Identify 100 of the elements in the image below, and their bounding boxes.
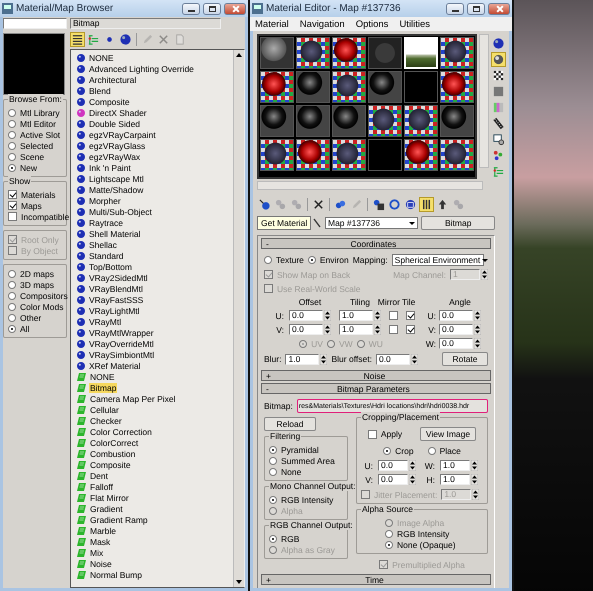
rollout-header[interactable]: + Time bbox=[261, 574, 491, 585]
list-item[interactable]: VRayLightMtl bbox=[88, 306, 141, 316]
radio-button[interactable] bbox=[8, 292, 16, 300]
list-item[interactable]: Marble bbox=[89, 526, 117, 536]
radio-button[interactable] bbox=[269, 468, 277, 476]
spinner-icon[interactable] bbox=[374, 310, 381, 321]
list-item[interactable]: DirectX Shader bbox=[88, 108, 148, 118]
sample-slot[interactable] bbox=[332, 71, 366, 103]
list-item[interactable]: Color Correction bbox=[89, 426, 153, 436]
radio-button[interactable] bbox=[383, 446, 392, 454]
list-item[interactable]: Standard bbox=[88, 250, 124, 260]
list-item[interactable]: Double Sided bbox=[88, 118, 142, 128]
list-item[interactable]: Noise bbox=[89, 558, 113, 568]
radio-button[interactable] bbox=[269, 446, 277, 454]
sample-slot[interactable] bbox=[440, 37, 474, 69]
spinner-icon[interactable] bbox=[472, 489, 480, 500]
number-field[interactable]: 1.0 bbox=[339, 324, 373, 335]
list-item[interactable]: Top/Bottom bbox=[88, 262, 133, 272]
spinner-icon[interactable] bbox=[474, 310, 481, 321]
minimize-button[interactable] bbox=[446, 2, 464, 14]
radio-button[interactable] bbox=[8, 142, 16, 150]
list-item[interactable]: VRayMtlWrapper bbox=[88, 328, 155, 338]
list-item[interactable]: VRayBlendMtl bbox=[88, 284, 144, 294]
number-field[interactable]: 0.0 bbox=[289, 324, 323, 335]
list-item[interactable]: egzVRayCarpaint bbox=[88, 130, 157, 140]
name-dropdown[interactable]: Map #137736 bbox=[325, 217, 418, 229]
scrollbar[interactable] bbox=[479, 34, 489, 168]
minimize-button[interactable] bbox=[182, 2, 200, 14]
checkbox[interactable] bbox=[406, 325, 414, 334]
list-item[interactable]: Bitmap bbox=[89, 382, 118, 392]
list-item[interactable]: Gradient bbox=[89, 504, 124, 514]
list-item[interactable]: ColorCorrect bbox=[89, 438, 140, 448]
film-icon[interactable] bbox=[491, 116, 506, 131]
radio-button[interactable] bbox=[428, 446, 436, 454]
list-item[interactable]: VRayMtl bbox=[88, 316, 122, 326]
radio-button[interactable] bbox=[8, 120, 16, 128]
list-item[interactable]: Composite bbox=[89, 460, 132, 470]
list-item[interactable]: Cellular bbox=[89, 404, 120, 414]
checkbox[interactable] bbox=[8, 190, 17, 199]
checkbox[interactable] bbox=[368, 430, 377, 438]
menu-item[interactable]: Navigation bbox=[300, 18, 345, 30]
list-item[interactable]: Flat Mirror bbox=[89, 492, 130, 502]
spinner-icon[interactable] bbox=[324, 324, 331, 335]
magnifier-icon[interactable] bbox=[491, 132, 506, 147]
radio-button[interactable] bbox=[269, 496, 277, 504]
spinner-icon[interactable] bbox=[409, 460, 416, 471]
reload-button[interactable]: Reload bbox=[264, 417, 316, 431]
list-item[interactable]: Dent bbox=[89, 470, 109, 480]
list-item[interactable]: egzVRayGlass bbox=[88, 140, 146, 150]
number-field[interactable]: 1.0 bbox=[440, 474, 470, 485]
list-item[interactable]: Normal Bump bbox=[89, 570, 143, 580]
checkbox[interactable] bbox=[8, 212, 17, 221]
radio-button[interactable] bbox=[385, 530, 393, 538]
sample-slot[interactable] bbox=[440, 139, 474, 171]
list-item[interactable]: Advanced Lighting Override bbox=[88, 64, 195, 74]
rotate-button[interactable]: Rotate bbox=[442, 352, 488, 366]
radio-button[interactable] bbox=[385, 540, 393, 548]
spinner-icon[interactable] bbox=[320, 354, 328, 364]
sample-slot[interactable] bbox=[440, 71, 474, 103]
menu-item[interactable]: Material bbox=[255, 18, 289, 30]
list-item[interactable]: VRayOverrideMtl bbox=[88, 338, 155, 348]
list-item[interactable]: Gradient Ramp bbox=[89, 514, 149, 524]
sample-slot[interactable] bbox=[332, 37, 366, 69]
list-item[interactable]: Combustion bbox=[89, 448, 136, 458]
sample-slot[interactable] bbox=[296, 139, 330, 171]
scrollbar[interactable] bbox=[257, 181, 483, 190]
sphere-icon[interactable] bbox=[491, 52, 506, 67]
sample-slot[interactable] bbox=[296, 37, 330, 69]
spinner-icon[interactable] bbox=[471, 474, 478, 485]
close-button[interactable] bbox=[488, 2, 510, 14]
list-item[interactable]: Shellac bbox=[88, 240, 118, 250]
checker-icon[interactable] bbox=[491, 68, 506, 83]
radio-button[interactable] bbox=[269, 456, 277, 464]
spinner-icon[interactable] bbox=[374, 324, 381, 335]
checkbox[interactable] bbox=[388, 325, 398, 334]
number-field[interactable]: 0.0 bbox=[439, 324, 473, 335]
rollout-header[interactable]: + Noise bbox=[261, 370, 491, 381]
name-field[interactable] bbox=[3, 18, 67, 29]
spinner-icon[interactable] bbox=[471, 460, 478, 471]
list-icon[interactable] bbox=[70, 32, 85, 46]
list-item[interactable]: Multi/Sub-Object bbox=[88, 206, 153, 216]
spinner-icon[interactable] bbox=[474, 338, 481, 349]
number-field[interactable]: 1.0 bbox=[339, 310, 373, 321]
list-item[interactable]: Matte/Shadow bbox=[88, 184, 144, 194]
number-field[interactable]: 0.0 bbox=[378, 460, 408, 471]
rollout-header[interactable]: - Bitmap Parameters bbox=[261, 383, 491, 394]
radio-button[interactable] bbox=[308, 256, 316, 264]
radio-button[interactable] bbox=[8, 314, 16, 322]
number-field[interactable]: 0.0 bbox=[439, 310, 473, 321]
radio-button[interactable] bbox=[8, 164, 16, 172]
checkbox[interactable] bbox=[388, 311, 398, 320]
list-item[interactable]: Mask bbox=[89, 536, 112, 546]
checkbox[interactable] bbox=[8, 201, 17, 210]
list-item[interactable]: XRef Material bbox=[88, 360, 142, 370]
menu-item[interactable]: Options bbox=[356, 18, 388, 30]
number-field[interactable]: 0.0 bbox=[289, 310, 323, 321]
sample-slot[interactable] bbox=[404, 139, 438, 171]
sample-slot[interactable] bbox=[368, 105, 402, 137]
sample-slot[interactable] bbox=[332, 139, 366, 171]
radio-button[interactable] bbox=[8, 130, 16, 138]
